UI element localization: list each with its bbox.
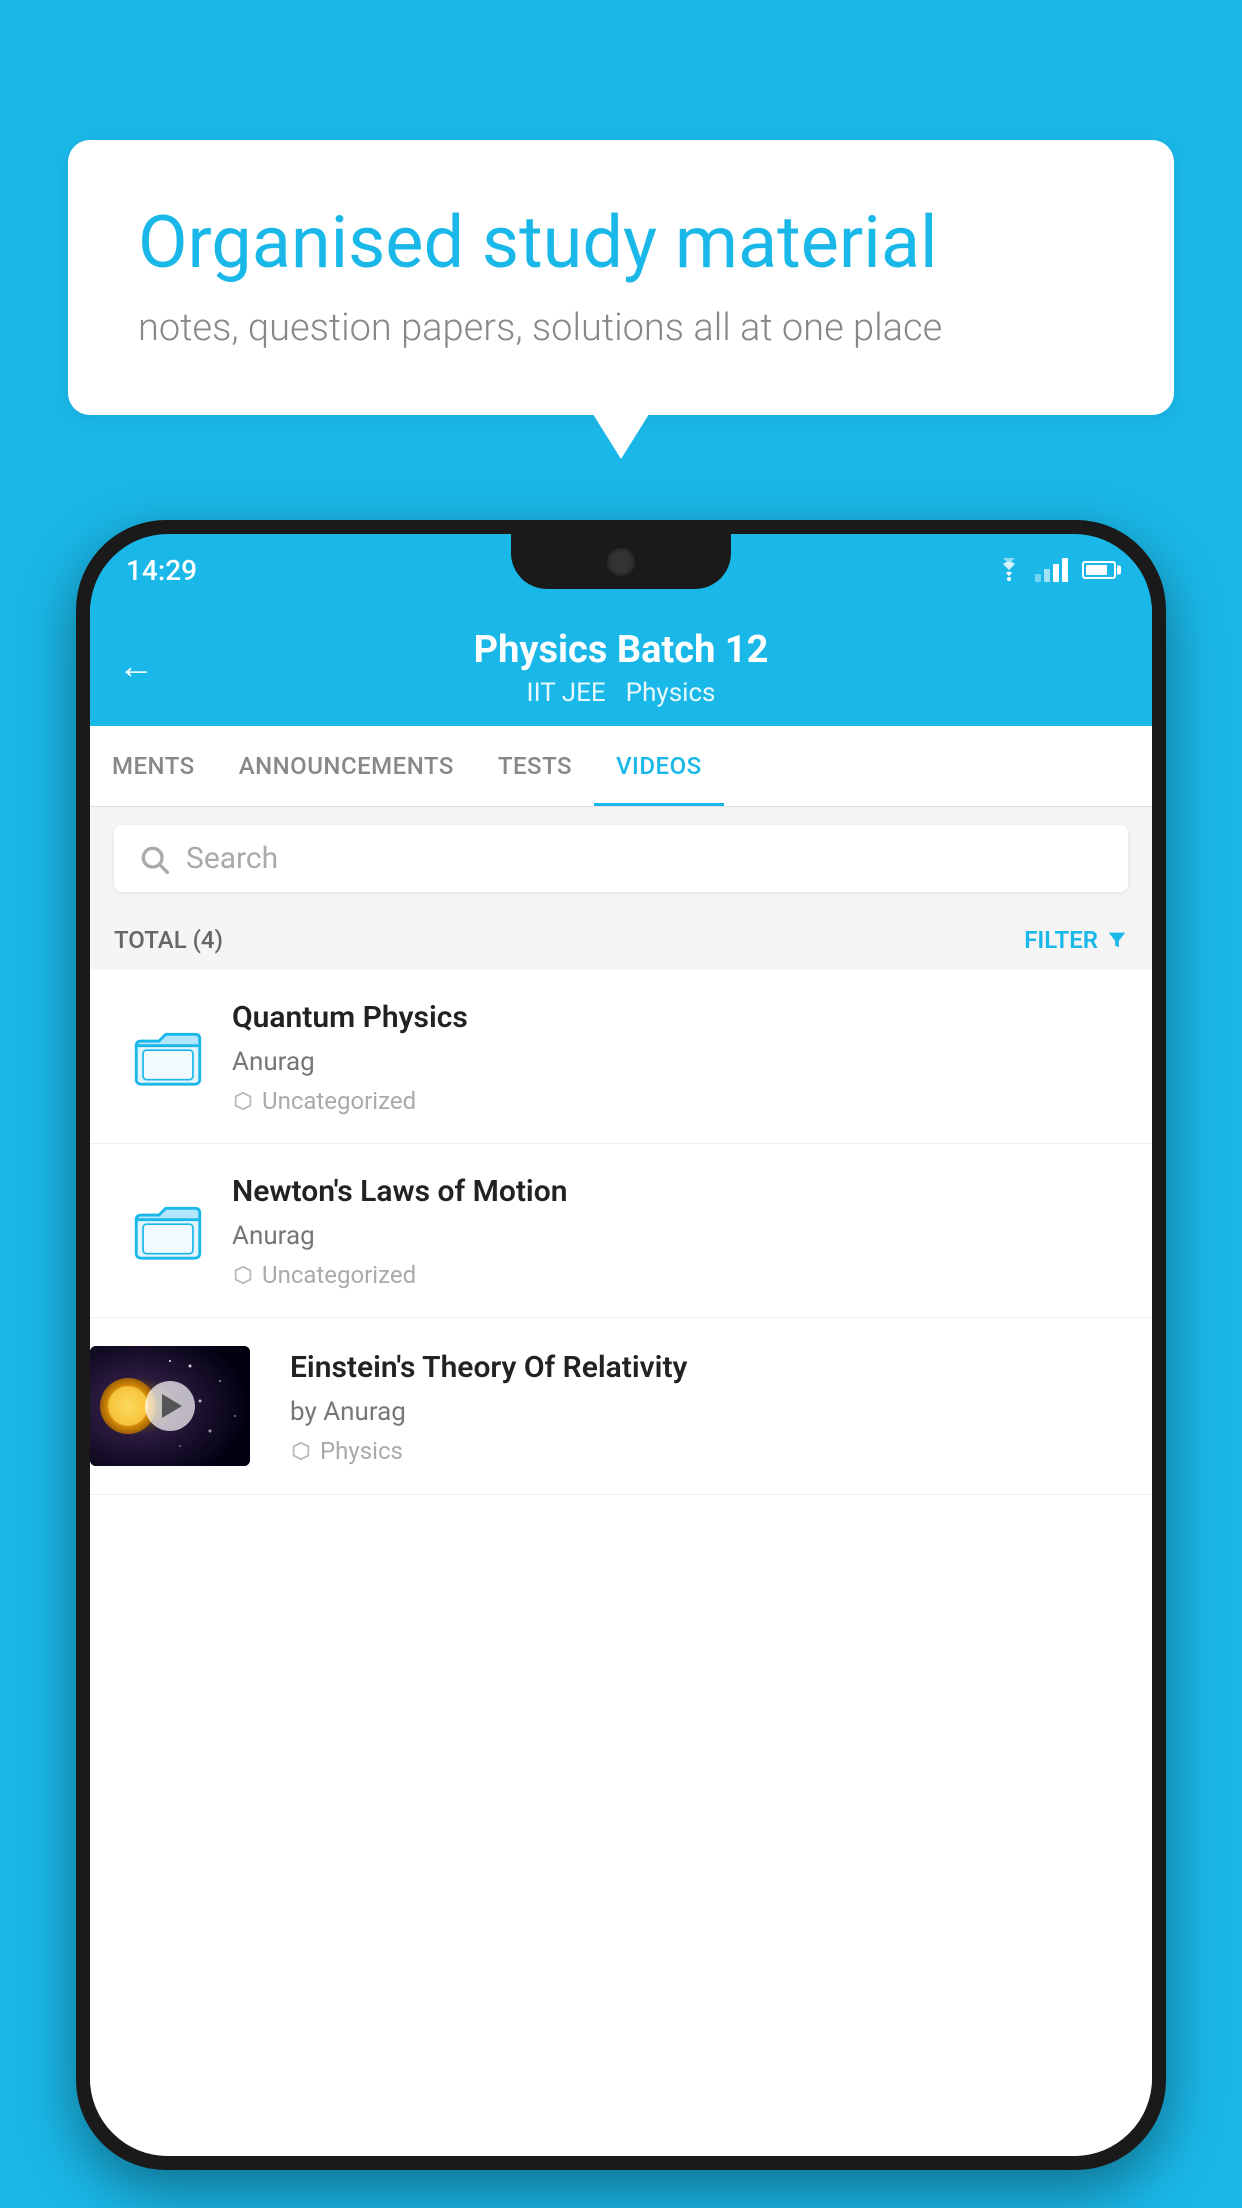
play-button[interactable] xyxy=(145,1381,195,1431)
header-subtitle-iitjee: IIT JEE xyxy=(527,678,606,708)
video-title: Quantum Physics xyxy=(232,998,1128,1037)
video-tag: Physics xyxy=(290,1437,1128,1465)
speech-bubble-heading: Organised study material xyxy=(138,200,1104,286)
status-icons xyxy=(993,558,1116,582)
speech-bubble: Organised study material notes, question… xyxy=(68,140,1174,415)
tab-ments[interactable]: MENTS xyxy=(90,726,217,806)
tab-videos[interactable]: VIDEOS xyxy=(594,726,724,806)
tab-announcements[interactable]: ANNOUNCEMENTS xyxy=(217,726,476,806)
tag-icon xyxy=(290,1440,312,1462)
total-count: TOTAL (4) xyxy=(114,926,223,954)
video-info: Einstein's Theory Of Relativity by Anura… xyxy=(274,1348,1128,1465)
list-item[interactable]: Quantum Physics Anurag Uncategorized xyxy=(90,970,1152,1144)
app-screen: ← Physics Batch 12 IIT JEE Physics MENTS… xyxy=(90,606,1152,2156)
tabs-container: MENTS ANNOUNCEMENTS TESTS VIDEOS xyxy=(90,726,1152,807)
signal-icon xyxy=(1035,558,1068,582)
video-thumbnail xyxy=(90,1346,250,1466)
video-author: Anurag xyxy=(232,1047,1128,1077)
phone-notch xyxy=(511,534,731,589)
video-author: by Anurag xyxy=(290,1397,1128,1427)
search-container: Search xyxy=(90,807,1152,910)
header-subtitle: IIT JEE Physics xyxy=(527,678,716,708)
filter-bar: TOTAL (4) FILTER xyxy=(90,910,1152,970)
back-button[interactable]: ← xyxy=(118,645,154,687)
video-tag-text: Physics xyxy=(320,1437,403,1465)
battery-icon xyxy=(1082,561,1116,579)
video-info: Newton's Laws of Motion Anurag Uncategor… xyxy=(232,1172,1128,1289)
video-info: Quantum Physics Anurag Uncategorized xyxy=(232,998,1128,1115)
header-title: Physics Batch 12 xyxy=(474,628,769,672)
tag-icon xyxy=(232,1090,254,1112)
folder-icon xyxy=(128,1017,208,1097)
header-subtitle-physics: Physics xyxy=(626,678,716,708)
list-item[interactable]: Einstein's Theory Of Relativity by Anura… xyxy=(90,1318,1152,1495)
front-camera xyxy=(607,548,635,576)
status-time: 14:29 xyxy=(126,554,197,587)
folder-icon xyxy=(128,1191,208,1271)
search-bar[interactable]: Search xyxy=(114,825,1128,892)
filter-funnel-icon xyxy=(1106,929,1128,951)
play-triangle xyxy=(162,1394,182,1418)
speech-bubble-subtext: notes, question papers, solutions all at… xyxy=(138,306,1104,350)
wifi-icon xyxy=(993,558,1025,582)
video-author: Anurag xyxy=(232,1221,1128,1251)
filter-label: FILTER xyxy=(1024,926,1098,954)
search-placeholder: Search xyxy=(186,841,278,876)
tag-icon xyxy=(232,1264,254,1286)
video-title: Einstein's Theory Of Relativity xyxy=(290,1348,1128,1387)
list-item[interactable]: Newton's Laws of Motion Anurag Uncategor… xyxy=(90,1144,1152,1318)
speech-bubble-card: Organised study material notes, question… xyxy=(68,140,1174,415)
video-tag-text: Uncategorized xyxy=(262,1261,416,1289)
video-tag: Uncategorized xyxy=(232,1087,1128,1115)
video-tag: Uncategorized xyxy=(232,1261,1128,1289)
video-title: Newton's Laws of Motion xyxy=(232,1172,1128,1211)
tab-tests[interactable]: TESTS xyxy=(476,726,594,806)
search-icon xyxy=(138,843,170,875)
filter-button[interactable]: FILTER xyxy=(1024,926,1128,954)
video-tag-text: Uncategorized xyxy=(262,1087,416,1115)
video-list: Quantum Physics Anurag Uncategorized xyxy=(90,970,1152,2156)
phone-frame: 14:29 xyxy=(76,520,1166,2170)
phone-inner: 14:29 xyxy=(90,534,1152,2156)
app-header: ← Physics Batch 12 IIT JEE Physics xyxy=(90,606,1152,726)
